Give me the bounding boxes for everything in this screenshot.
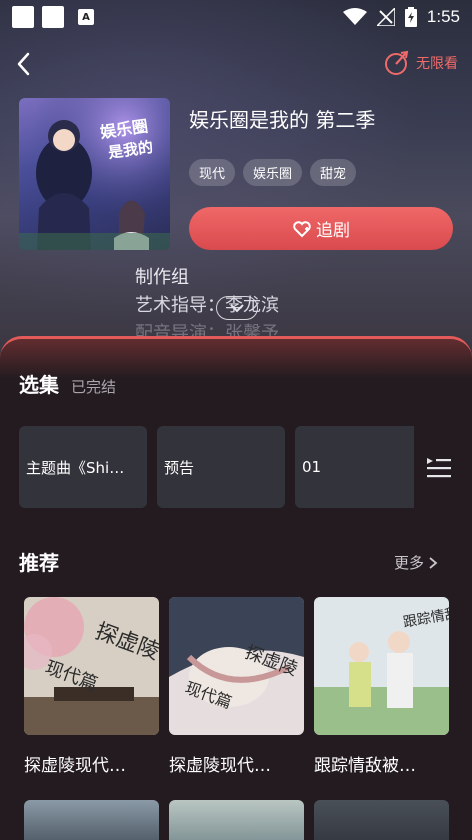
battery-icon [404, 7, 417, 27]
drama-title: 娱乐圈是我的 第二季 [189, 108, 376, 132]
clock: 1:55 [426, 7, 460, 26]
recommend-card[interactable]: 探虚陵 现代篇 探虚陵现代… [169, 597, 304, 776]
drama-cover: 娱乐圈 是我的 [19, 98, 170, 250]
episode-list: 主题曲《Shi… 预告 01 [19, 426, 414, 508]
tag-entertainment[interactable]: 娱乐圈 [243, 159, 303, 186]
more-label: 更多 [393, 554, 424, 572]
recommend-cover[interactable] [169, 800, 304, 840]
wifi-icon [342, 8, 367, 25]
heart-plus-icon [293, 220, 311, 237]
recommend-title: 跟踪情敌被… [314, 756, 416, 776]
recommend-cover[interactable] [314, 800, 449, 840]
recommend-section-title: 推荐 [19, 551, 59, 575]
more-button[interactable]: 更多 [394, 552, 438, 573]
episode-item[interactable]: 主题曲《Shi… [19, 426, 147, 508]
recommend-card[interactable]: 跟踪情敌 跟踪情敌被… [314, 597, 449, 776]
episode-sheet: 选集 已完结 主题曲《Shi… 预告 01 推荐 更多 探虚陵 现代篇 探虚陵现… [0, 336, 472, 840]
tag-list: 现代 娱乐圈 甜宠 [189, 159, 357, 186]
recommend-card[interactable]: 探虚陵 现代篇 探虚陵现代… [24, 597, 159, 776]
recommend-cover: 探虚陵 现代篇 [24, 597, 159, 735]
recommend-grid: 探虚陵 现代篇 探虚陵现代… 探虚陵 现代篇 探虚陵现代… 跟踪情敌 跟踪情敌被… [24, 597, 449, 776]
expand-staff-button[interactable] [216, 296, 258, 320]
episode-section-header: 选集 已完结 [19, 369, 116, 398]
episode-item[interactable]: 预告 [157, 426, 285, 508]
recommend-title: 探虚陵现代… [24, 756, 126, 776]
unlimited-icon [385, 50, 409, 75]
recommend-title: 探虚陵现代… [169, 756, 271, 776]
unlimited-watch-button[interactable]: 无限看 [384, 50, 458, 76]
recommend-grid-row-2 [24, 800, 449, 840]
signal-icon [376, 8, 395, 26]
episode-section-title: 选集 [19, 373, 59, 397]
notification-icon [42, 6, 64, 28]
episode-item[interactable]: 01 [295, 426, 414, 508]
episode-status: 已完结 [71, 378, 117, 396]
status-bar: A 1:55 [0, 0, 472, 34]
recommend-cover: 探虚陵 现代篇 [169, 597, 304, 735]
recommend-section-header: 推荐 [19, 547, 59, 576]
tag-sweet[interactable]: 甜宠 [310, 159, 357, 186]
episode-list-icon[interactable] [426, 454, 452, 480]
notification-icon [12, 6, 34, 28]
follow-button[interactable]: 追剧 [189, 207, 453, 250]
unlimited-label: 无限看 [416, 56, 458, 72]
recommend-cover: 跟踪情敌 [314, 597, 449, 735]
back-icon[interactable] [12, 50, 36, 78]
chevron-down-icon [230, 304, 244, 313]
notification-a-icon: A [78, 9, 94, 25]
tag-modern[interactable]: 现代 [189, 159, 236, 186]
follow-label: 追剧 [316, 221, 350, 241]
staff-heading: 制作组 [135, 267, 189, 288]
chevron-right-icon [429, 556, 438, 569]
recommend-cover[interactable] [24, 800, 159, 840]
